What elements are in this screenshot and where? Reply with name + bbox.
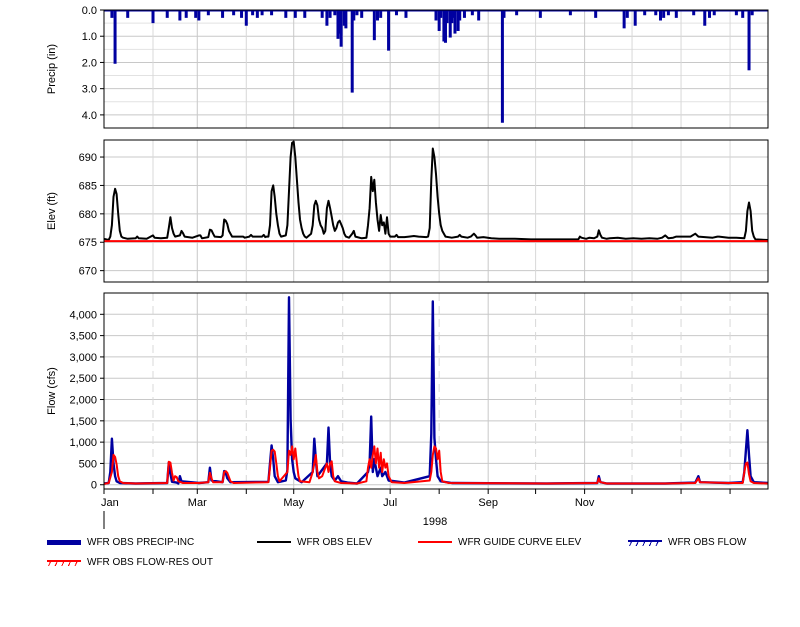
legend-item-precip: WFR OBS PRECIP-INC bbox=[47, 535, 194, 549]
x-tick-label: Jul bbox=[383, 497, 397, 509]
legend-swatch-flow bbox=[628, 537, 662, 547]
bar-wfr-obs-precip-inc bbox=[434, 10, 438, 21]
bar-wfr-obs-precip-inc bbox=[197, 10, 201, 21]
legend-swatch-precip bbox=[47, 537, 81, 547]
y-axis-label: Elev (ft) bbox=[46, 192, 58, 230]
x-tick-label: Sep bbox=[478, 497, 498, 509]
legend-label-precip: WFR OBS PRECIP-INC bbox=[87, 536, 195, 548]
legend-item-elev: WFR OBS ELEV bbox=[257, 535, 372, 549]
bar-wfr-obs-precip-inc bbox=[387, 10, 391, 51]
bar-wfr-obs-precip-inc bbox=[622, 10, 626, 29]
y-tick-label: 680 bbox=[79, 209, 97, 221]
x-tick-label: Mar bbox=[188, 497, 207, 509]
x-year-label: 1998 bbox=[423, 516, 447, 528]
legend-item-guide: WFR GUIDE CURVE ELEV bbox=[418, 535, 581, 549]
legend-swatch-resout bbox=[47, 557, 81, 567]
legend-item-flow: WFR OBS FLOW bbox=[628, 535, 746, 549]
y-axis-label: Precip (in) bbox=[46, 44, 58, 94]
bar-wfr-obs-precip-inc bbox=[458, 10, 462, 21]
bar-wfr-obs-precip-inc bbox=[633, 10, 637, 26]
bar-wfr-obs-precip-inc bbox=[151, 10, 155, 24]
bar-wfr-obs-precip-inc bbox=[500, 10, 504, 123]
y-axis-label: Flow (cfs) bbox=[46, 367, 58, 415]
bar-wfr-obs-precip-inc bbox=[350, 10, 354, 93]
y-tick-label: 670 bbox=[79, 266, 97, 278]
y-tick-label: 500 bbox=[79, 458, 97, 470]
y-tick-label: 685 bbox=[79, 180, 97, 192]
bar-wfr-obs-precip-inc bbox=[178, 10, 182, 21]
bar-wfr-obs-precip-inc bbox=[376, 10, 380, 21]
y-tick-label: 4,000 bbox=[69, 309, 97, 321]
bar-wfr-obs-precip-inc bbox=[658, 10, 662, 21]
y-tick-label: 2.0 bbox=[82, 57, 97, 69]
series-line-wfr-obs-flow bbox=[103, 296, 769, 485]
y-tick-label: 0 bbox=[91, 480, 97, 492]
y-tick-label: 675 bbox=[79, 237, 97, 249]
y-tick-label: 0.0 bbox=[82, 5, 97, 17]
y-tick-label: 2,500 bbox=[69, 373, 97, 385]
x-tick-label: Jan bbox=[101, 497, 119, 509]
y-tick-label: 690 bbox=[79, 152, 97, 164]
y-tick-label: 1.0 bbox=[82, 31, 97, 43]
bar-wfr-obs-precip-inc bbox=[113, 10, 117, 64]
legend: WFR OBS PRECIP-INC WFR OBS ELEV WFR GUID… bbox=[0, 535, 800, 575]
x-tick-label: May bbox=[283, 497, 304, 509]
bar-wfr-obs-precip-inc bbox=[445, 10, 449, 24]
panel-frame bbox=[103, 9, 769, 129]
series-line-wfr-obs-elev bbox=[103, 140, 769, 241]
bar-wfr-obs-precip-inc bbox=[244, 10, 248, 26]
panel-frame bbox=[103, 139, 769, 283]
y-tick-label: 3.0 bbox=[82, 84, 97, 96]
legend-item-resout: WFR OBS FLOW-RES OUT bbox=[47, 555, 213, 569]
bar-wfr-obs-precip-inc bbox=[747, 10, 751, 71]
chart-figure: 0.0 1.0 2.0 3.0 4.0 Precip (in) 670 675 680 685 69… bbox=[46, 5, 769, 529]
y-tick-label: 3,500 bbox=[69, 331, 97, 343]
y-tick-label: 1,000 bbox=[69, 437, 97, 449]
y-tick-label: 3,000 bbox=[69, 352, 97, 364]
legend-label-resout: WFR OBS FLOW-RES OUT bbox=[87, 556, 213, 568]
bar-wfr-obs-precip-inc bbox=[352, 10, 356, 21]
bar-wfr-obs-precip-inc bbox=[339, 10, 343, 47]
bar-wfr-obs-precip-inc bbox=[703, 10, 707, 26]
legend-swatch-elev bbox=[257, 537, 291, 547]
legend-swatch-guide bbox=[418, 537, 452, 547]
bar-wfr-obs-precip-inc bbox=[453, 10, 457, 34]
bar-wfr-obs-precip-inc bbox=[325, 10, 329, 26]
bar-wfr-obs-precip-inc bbox=[477, 10, 481, 21]
y-tick-label: 1,500 bbox=[69, 416, 97, 428]
y-tick-label: 4.0 bbox=[82, 110, 97, 122]
legend-label-elev: WFR OBS ELEV bbox=[297, 536, 373, 548]
legend-label-flow: WFR OBS FLOW bbox=[668, 536, 747, 548]
x-tick-label: Nov bbox=[575, 497, 595, 509]
bar-wfr-obs-precip-inc bbox=[344, 10, 348, 29]
legend-label-guide: WFR GUIDE CURVE ELEV bbox=[458, 536, 582, 548]
y-tick-label: 2,000 bbox=[69, 395, 97, 407]
bar-wfr-obs-precip-inc bbox=[372, 10, 376, 41]
